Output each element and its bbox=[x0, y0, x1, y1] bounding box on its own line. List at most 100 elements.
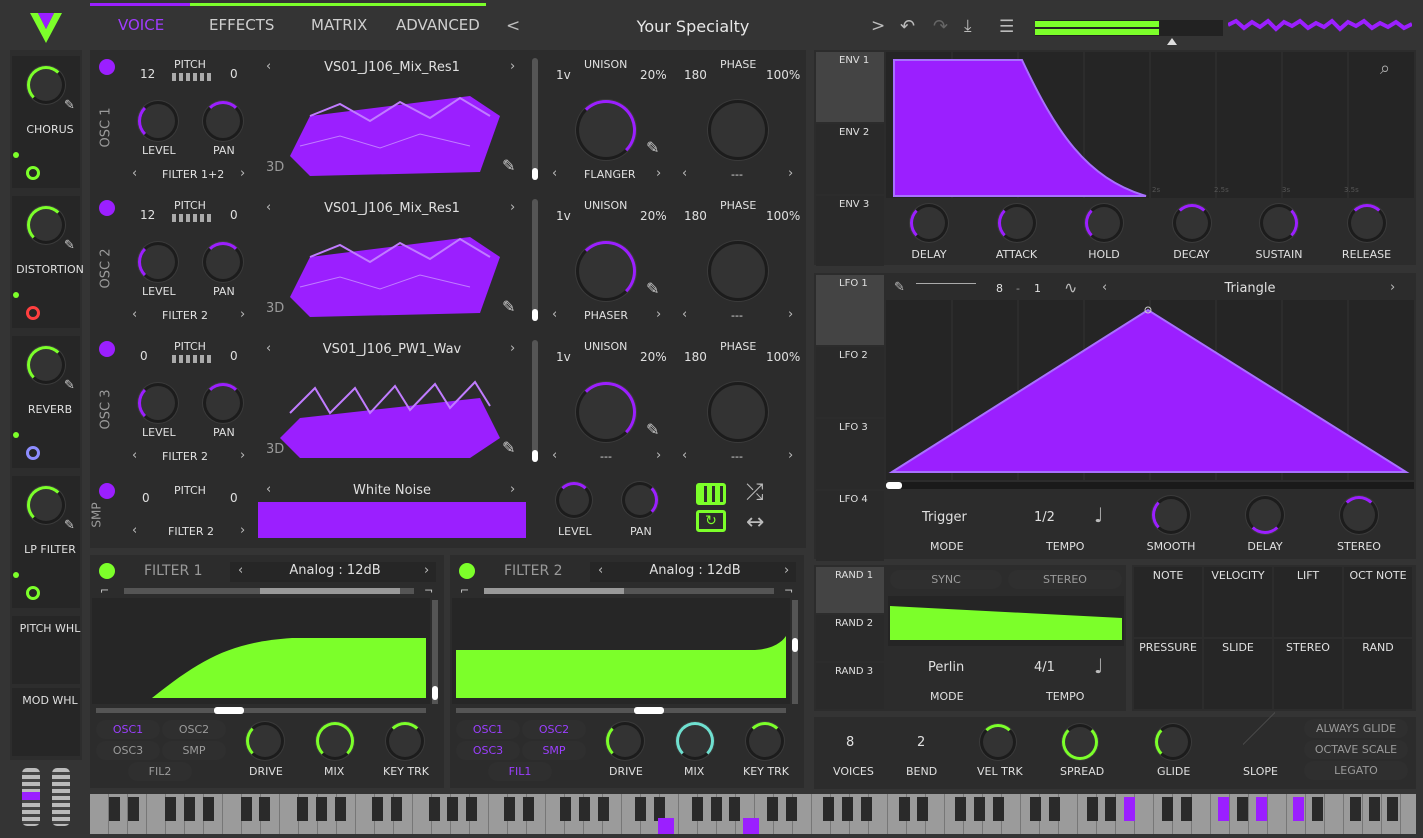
osc-1-wavetable-display[interactable] bbox=[270, 76, 510, 186]
sample-next[interactable]: › bbox=[510, 482, 515, 497]
black-key[interactable] bbox=[391, 797, 402, 821]
black-key[interactable] bbox=[127, 797, 139, 821]
tab-lfo-4[interactable]: LFO 4 bbox=[816, 491, 884, 561]
macro-reverb-mod-button[interactable] bbox=[26, 446, 40, 460]
tab-effects[interactable]: EFFECTS bbox=[209, 16, 274, 34]
undo-icon[interactable]: ↶ bbox=[900, 16, 915, 37]
bounce-icon[interactable]: ↔ bbox=[746, 510, 764, 535]
black-key[interactable] bbox=[710, 797, 722, 821]
smp-filter[interactable]: FILTER 2 bbox=[168, 525, 214, 538]
lfo-grid-x[interactable]: 8 bbox=[996, 282, 1003, 295]
tab-rand-3[interactable]: RAND 3 bbox=[816, 663, 884, 709]
black-key[interactable] bbox=[203, 797, 214, 821]
filter-2-drive-knob[interactable] bbox=[606, 722, 644, 760]
tab-lfo-2[interactable]: LFO 2 bbox=[816, 347, 884, 417]
env-delay-knob[interactable] bbox=[910, 204, 948, 242]
osc-2-filter-next[interactable]: › bbox=[240, 307, 245, 322]
glide-knob[interactable] bbox=[1155, 724, 1191, 760]
preset-next-button[interactable]: > bbox=[871, 16, 885, 36]
lfo-smooth-knob[interactable] bbox=[1152, 496, 1190, 534]
black-key[interactable] bbox=[1030, 797, 1042, 821]
osc-1-pan-knob[interactable] bbox=[203, 101, 243, 141]
keyboard-tracking-icon[interactable] bbox=[696, 483, 726, 505]
osc-2-mod-prev[interactable]: ‹ bbox=[552, 307, 557, 322]
black-key[interactable] bbox=[315, 797, 327, 821]
rand-tempo-value[interactable]: 4/1 bbox=[1034, 660, 1055, 675]
env-attack-knob[interactable] bbox=[997, 204, 1036, 242]
osc-1-unison-knob[interactable] bbox=[576, 100, 636, 160]
osc-3-unison-voices[interactable]: 1v bbox=[556, 350, 571, 364]
filter-2-src-osc3[interactable]: OSC3 bbox=[456, 741, 520, 760]
smp-filter-prev[interactable]: ‹ bbox=[132, 523, 137, 538]
osc-1-pitch-dots[interactable] bbox=[172, 73, 212, 81]
osc-3-filter[interactable]: FILTER 2 bbox=[162, 450, 208, 463]
osc-2-frame-slider[interactable] bbox=[532, 199, 538, 321]
osc-3-mod[interactable]: --- bbox=[584, 450, 628, 463]
osc-2-filter[interactable]: FILTER 2 bbox=[162, 309, 208, 322]
filter-2-model[interactable]: Analog : 12dB bbox=[630, 563, 760, 578]
osc-3-wavetable-display[interactable] bbox=[270, 358, 510, 468]
pencil-icon[interactable]: ✎ bbox=[64, 98, 75, 113]
osc-2-level-knob[interactable] bbox=[138, 242, 178, 282]
filter-1-resonance-slider[interactable] bbox=[432, 600, 438, 704]
osc-3-pitch-left[interactable]: 0 bbox=[140, 349, 148, 363]
rand-stereo-button[interactable]: STEREO bbox=[1008, 570, 1122, 589]
filter-2-src-smp[interactable]: SMP bbox=[522, 741, 586, 760]
osc-3-phase-knob[interactable] bbox=[708, 382, 768, 442]
lowpass-icon[interactable]: ⌐ bbox=[460, 584, 469, 597]
black-key[interactable] bbox=[1124, 797, 1136, 821]
mod-source-rand[interactable]: RAND bbox=[1344, 639, 1412, 709]
tab-rand-1[interactable]: RAND 1 bbox=[816, 567, 884, 613]
black-key[interactable] bbox=[691, 797, 703, 821]
osc-1-phase-next[interactable]: › bbox=[788, 166, 793, 181]
lfo-graph[interactable] bbox=[886, 300, 1414, 480]
osc-1-mod-prev[interactable]: ‹ bbox=[552, 166, 557, 181]
filter-1-keytrk-knob[interactable] bbox=[386, 722, 424, 760]
black-key[interactable] bbox=[1293, 797, 1305, 821]
redo-icon[interactable]: ↷ bbox=[933, 16, 948, 37]
pencil-icon[interactable]: ✎ bbox=[502, 297, 515, 316]
menu-icon[interactable]: ☰ bbox=[999, 17, 1014, 37]
black-key[interactable] bbox=[973, 797, 985, 821]
filter-2-src-fil[interactable]: FIL1 bbox=[488, 762, 552, 781]
sample-prev[interactable]: ‹ bbox=[266, 482, 271, 497]
osc-1-filter-next[interactable]: › bbox=[240, 166, 245, 181]
osc-3-phase-prev[interactable]: ‹ bbox=[682, 448, 687, 463]
osc-1-phase-mode[interactable]: --- bbox=[722, 168, 752, 181]
lfo-scrollbar[interactable] bbox=[886, 482, 1414, 489]
mod-source-slide[interactable]: SLIDE bbox=[1204, 639, 1272, 709]
osc-3-unison-knob[interactable] bbox=[576, 382, 636, 442]
lfo-shape-next[interactable]: › bbox=[1390, 280, 1395, 295]
lfo-shape-prev[interactable]: ‹ bbox=[1102, 280, 1107, 295]
filter-1-graph[interactable] bbox=[92, 598, 430, 704]
black-key[interactable] bbox=[1255, 797, 1267, 821]
osc-1-phase-value[interactable]: 180 bbox=[684, 68, 707, 82]
black-key[interactable] bbox=[1237, 797, 1248, 821]
note-icon[interactable]: ♩ bbox=[1094, 503, 1103, 527]
voices-value[interactable]: 8 bbox=[846, 735, 854, 750]
lfo-smooth-icon[interactable]: ∿ bbox=[1064, 278, 1077, 297]
osc-3-pitch-right[interactable]: 0 bbox=[230, 349, 238, 363]
black-key[interactable] bbox=[240, 797, 252, 821]
osc-3-view-3d[interactable]: 3D bbox=[266, 442, 284, 457]
osc-3-level-knob[interactable] bbox=[138, 383, 178, 423]
filter-1-blend-slider[interactable] bbox=[124, 588, 414, 594]
osc-3-phase-rand[interactable]: 100% bbox=[766, 350, 800, 364]
black-key[interactable] bbox=[1218, 797, 1230, 821]
filter-1-model-prev[interactable]: ‹ bbox=[238, 563, 243, 578]
osc-2-unison-knob[interactable] bbox=[576, 241, 636, 301]
black-key[interactable] bbox=[109, 797, 120, 821]
vel-trk-knob[interactable] bbox=[980, 724, 1016, 760]
osc-1-wavetable-name[interactable]: VS01_J106_Mix_Res1 bbox=[290, 60, 494, 75]
octave-scale-button[interactable]: OCTAVE SCALE bbox=[1304, 740, 1408, 759]
osc-1-unison-detune[interactable]: 20% bbox=[640, 68, 667, 82]
white-key-pressed[interactable] bbox=[743, 818, 760, 834]
black-key[interactable] bbox=[842, 797, 854, 821]
filter-2-model-next[interactable]: › bbox=[784, 563, 789, 578]
lfo-curve-icon[interactable] bbox=[916, 283, 976, 295]
black-key[interactable] bbox=[1049, 797, 1060, 821]
osc-2-pan-knob[interactable] bbox=[203, 242, 243, 282]
highpass-icon[interactable]: ¬ bbox=[424, 584, 433, 597]
macro-lp-filter-mod-button[interactable] bbox=[26, 586, 40, 600]
osc-1-filter[interactable]: FILTER 1+2 bbox=[162, 168, 224, 181]
